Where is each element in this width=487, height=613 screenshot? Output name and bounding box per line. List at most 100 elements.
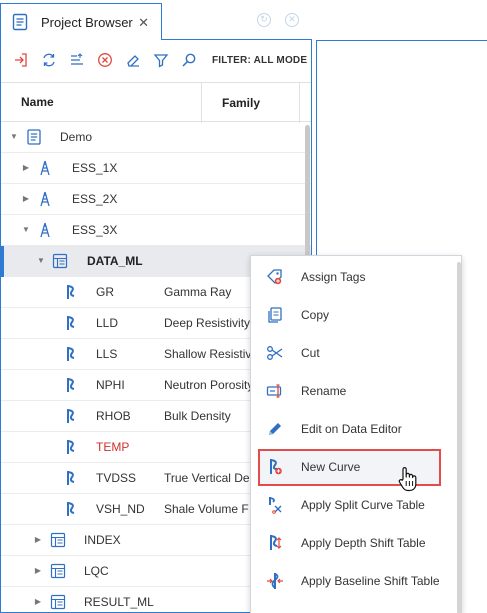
pencil-icon [269,423,281,435]
dataset-icon [50,532,66,548]
tree-label: RESULT_ML [84,595,154,609]
tree-row-well[interactable]: ▶ ESS_1X [1,153,311,184]
curve-icon [67,502,75,516]
menu-item-cut[interactable]: Cut [251,334,451,372]
refresh-icon[interactable] [41,52,57,68]
delete-icon[interactable] [97,52,113,68]
tab-close-icon[interactable]: ✕ [138,15,149,31]
depth-shift-icon [270,535,282,550]
sort-list-icon[interactable] [69,52,85,68]
menu-item-partial[interactable] [251,600,451,613]
tree-label: Demo [60,130,93,144]
close-window-icon[interactable]: ✕ [285,13,299,27]
caret-down-icon[interactable]: ▼ [9,132,19,142]
menu-item-apply-depth-shift[interactable]: Apply Depth Shift Table [251,524,451,562]
tree-label: INDEX [84,533,121,547]
dataset-icon [50,594,66,610]
menu-item-new-curve[interactable]: New Curve [251,448,451,486]
selection-indicator [1,246,4,277]
tree-row-well[interactable]: ▶ ESS_2X [1,184,311,215]
column-name-header[interactable]: Name [21,95,54,109]
caret-right-icon[interactable]: ▶ [33,566,43,576]
column-separator[interactable] [299,83,300,123]
copy-icon [268,307,282,323]
curve-icon [67,471,75,485]
filter-icon[interactable] [153,52,169,68]
curve-family: Shale Volume F [164,502,249,516]
well-tower-icon [40,222,50,238]
menu-label: Edit on Data Editor [301,422,402,436]
menu-label: Apply Split Curve Table [301,498,425,512]
tree-label: DATA_ML [87,254,143,268]
dataset-icon [52,253,68,269]
tree-label: ESS_3X [72,223,118,237]
baseline-shift-icon [267,573,283,589]
caret-right-icon[interactable]: ▶ [21,163,31,173]
caret-right-icon[interactable]: ▶ [33,535,43,545]
curve-name: GR [96,285,114,299]
rename-icon [266,384,282,398]
menu-label: Cut [301,346,320,360]
caret-down-icon[interactable]: ▼ [36,256,46,266]
caret-right-icon[interactable]: ▶ [33,597,43,607]
menu-label: Apply Depth Shift Table [301,536,426,550]
import-icon[interactable] [13,52,29,68]
curve-icon [67,378,75,392]
curve-family: Shallow Resistivity [164,347,264,361]
caret-down-icon[interactable]: ▼ [21,225,31,235]
menu-label: Copy [301,308,330,322]
tab-bar: Project Browser ✕ ↻ ✕ [0,0,487,40]
tree-label: ESS_2X [72,192,118,206]
menu-item-edit-data-editor[interactable]: Edit on Data Editor [251,410,451,448]
menu-label: Apply Baseline Shift Table [301,574,440,588]
curve-name: NPHI [96,378,125,392]
well-tower-icon [40,191,50,207]
menu-item-apply-baseline-shift[interactable]: Apply Baseline Shift Table [251,562,451,600]
curve-name: VSH_ND [96,502,145,516]
caret-right-icon[interactable]: ▶ [21,194,31,204]
tree-label: LQC [84,564,109,578]
column-header: Name Family [1,82,311,123]
split-curve-icon [269,497,282,514]
curve-name: TEMP [96,440,130,454]
curve-name: RHOB [96,409,131,423]
menu-label: New Curve [301,460,361,474]
curve-icon [67,285,75,299]
menu-item-apply-split-curve[interactable]: Apply Split Curve Table [251,486,451,524]
curve-family: Deep Resistivity [164,316,251,330]
column-family-header[interactable]: Family [222,96,260,110]
curve-family: Neutron Porosity [164,378,254,392]
well-tower-icon [40,160,50,176]
menu-scrollbar[interactable] [457,262,461,613]
clear-eraser-icon[interactable] [125,52,141,68]
curve-icon [67,347,75,361]
dataset-icon [50,563,66,579]
search-icon[interactable] [181,52,197,68]
curve-name: TVDSS [96,471,137,485]
tree-row-well[interactable]: ▼ ESS_3X [1,215,311,246]
column-separator[interactable] [201,83,202,123]
menu-item-assign-tags[interactable]: Assign Tags [251,258,451,296]
restore-icon[interactable]: ↻ [257,13,271,27]
tab-title: Project Browser [41,14,133,30]
menu-label: Assign Tags [301,270,366,284]
tag-icon [267,269,282,285]
context-menu: Assign Tags Copy Cut Rename Edit on Data… [250,255,462,613]
menu-label: Rename [301,384,347,398]
curve-name: LLS [96,347,118,361]
filter-mode-label[interactable]: FILTER: ALL MODE [212,55,307,66]
tab-project-browser[interactable]: Project Browser ✕ [0,3,162,40]
project-document-icon [27,129,41,145]
toolbar: FILTER: ALL MODE [1,40,311,80]
curve-icon [67,316,75,330]
new-curve-icon [270,459,282,475]
curve-family: Bulk Density [164,409,231,423]
tree-row-demo[interactable]: ▼ Demo [1,122,311,153]
curve-family: Gamma Ray [164,285,232,299]
menu-item-copy[interactable]: Copy [251,296,451,334]
tree-label: ESS_1X [72,161,118,175]
curve-name: LLD [96,316,119,330]
menu-item-rename[interactable]: Rename [251,372,451,410]
document-icon [12,13,28,31]
curve-icon [67,440,75,454]
